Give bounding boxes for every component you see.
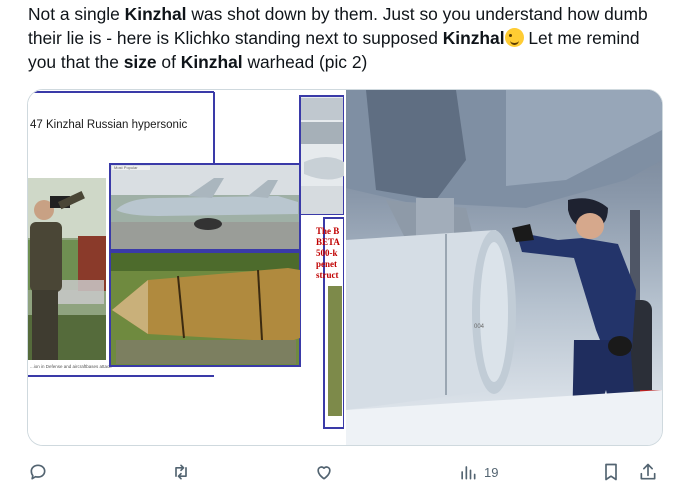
collage-illustration: 47 Kinzhal Russian hypersonic ...ion in … [28,90,344,429]
views-button[interactable]: 19 [458,456,498,488]
warhead-photo: 004 [346,90,662,445]
tweet-text-bold: Kinzhal [442,28,505,48]
collage-small-label: Most Popular [114,165,138,170]
tweet-text-bold: Kinzhal [124,4,187,24]
views-count: 19 [484,464,499,480]
tweet-text-bold: Kinzhal [180,52,243,72]
reply-button[interactable] [28,456,48,488]
media-image-1[interactable]: 47 Kinzhal Russian hypersonic ...ion in … [28,90,344,445]
bookmark-button[interactable] [601,456,621,488]
share-icon [640,463,656,480]
retweet-button[interactable] [171,456,191,488]
heart-icon [317,466,331,480]
tweet-text-segment: Not a single [28,4,125,24]
headline-line-4: penet [316,259,337,269]
headline-line-3: 500-k [316,248,338,258]
reply-icon [30,464,46,480]
views-chart-icon [461,466,476,480]
panel-mark: 004 [474,324,485,330]
zany-face-emoji [504,28,524,47]
tweet-text-segment: of [156,52,181,72]
collage-caption: 47 Kinzhal Russian hypersonic [30,119,188,131]
headline-line-1: The B [316,226,339,236]
headline-line-5: struct [316,270,339,280]
media-image-2[interactable]: 004 [346,90,662,445]
retweet-icon [175,464,187,480]
tweet-action-bar: 19 [0,456,676,488]
share-button[interactable] [638,456,658,488]
headline-line-2: BETA [316,237,340,247]
tweet-text: Not a single Kinzhal was shot down by th… [28,2,668,74]
like-button[interactable] [314,456,334,488]
collage-footer-caption: ...ion in Defense and aircraftbases atta… [30,364,112,369]
tweet-text-bold: size [123,52,157,72]
tweet-text-segment: warhead (pic 2) [242,52,368,72]
bookmark-icon [605,463,617,481]
tweet-media[interactable]: 47 Kinzhal Russian hypersonic ...ion in … [27,89,663,446]
